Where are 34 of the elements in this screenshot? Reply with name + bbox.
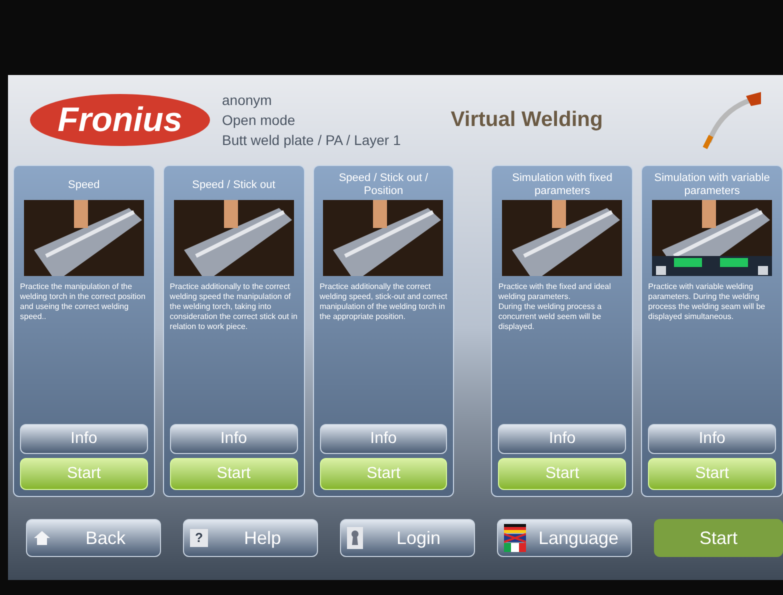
module-description: Practice the manipulation of the welding torch in the correct position and useing the correct welding speed.. bbox=[20, 282, 146, 322]
logo: Fronius bbox=[30, 94, 210, 146]
start-button[interactable]: Start bbox=[170, 458, 298, 490]
info-button[interactable]: Info bbox=[648, 424, 776, 454]
info-button[interactable]: Info bbox=[320, 424, 448, 454]
question-icon: ? bbox=[190, 529, 208, 547]
job-label: Butt weld plate / PA / Layer 1 bbox=[222, 131, 401, 150]
module-title: Speed bbox=[68, 178, 100, 192]
house-icon bbox=[33, 529, 51, 547]
module-title: Speed / Stick out bbox=[192, 178, 276, 192]
module-description: Practice with variable welding parameters. During the welding process the welding seam will be displayed simultaneous. bbox=[648, 282, 766, 322]
user-name: anonym bbox=[222, 91, 273, 110]
keyhole-icon bbox=[347, 527, 363, 549]
mode-label: Open mode bbox=[222, 111, 296, 130]
nav-button[interactable]: Login bbox=[340, 519, 475, 557]
module-title: Simulation with variable parameters bbox=[653, 171, 771, 199]
info-button[interactable]: Info bbox=[498, 424, 626, 454]
nav-button[interactable]: Back bbox=[26, 519, 161, 557]
module-description: Practice additionally the correct welding speed, stick-out and correct manipulation of the welding torch in the appropriate position. bbox=[320, 282, 448, 322]
nav-button[interactable]: ? Help bbox=[183, 519, 318, 557]
nav-button[interactable]: Language bbox=[497, 519, 632, 557]
start-button[interactable]: Start bbox=[320, 458, 448, 490]
start-button[interactable]: Start bbox=[20, 458, 148, 490]
info-button[interactable]: Info bbox=[20, 424, 148, 454]
module-title: Speed / Stick out / Position bbox=[338, 171, 430, 199]
module-title: Simulation with fixed parameters bbox=[511, 171, 614, 199]
welding-torch-icon bbox=[701, 90, 761, 150]
module-description: Practice additionally to the correct welding speed the manipulation of the welding torch, taking into consideration the correct stick out in relation to work piece. bbox=[170, 282, 298, 332]
info-button[interactable]: Info bbox=[170, 424, 298, 454]
app-title: Virtual Welding bbox=[450, 107, 603, 134]
module-description: Practice with the fixed and ideal welding parameters. During the welding process a concurrent weld seem will be displayed. bbox=[498, 282, 612, 332]
flags-icon bbox=[504, 524, 526, 552]
start-button[interactable]: Start bbox=[498, 458, 626, 490]
start-button[interactable]: Start bbox=[648, 458, 776, 490]
